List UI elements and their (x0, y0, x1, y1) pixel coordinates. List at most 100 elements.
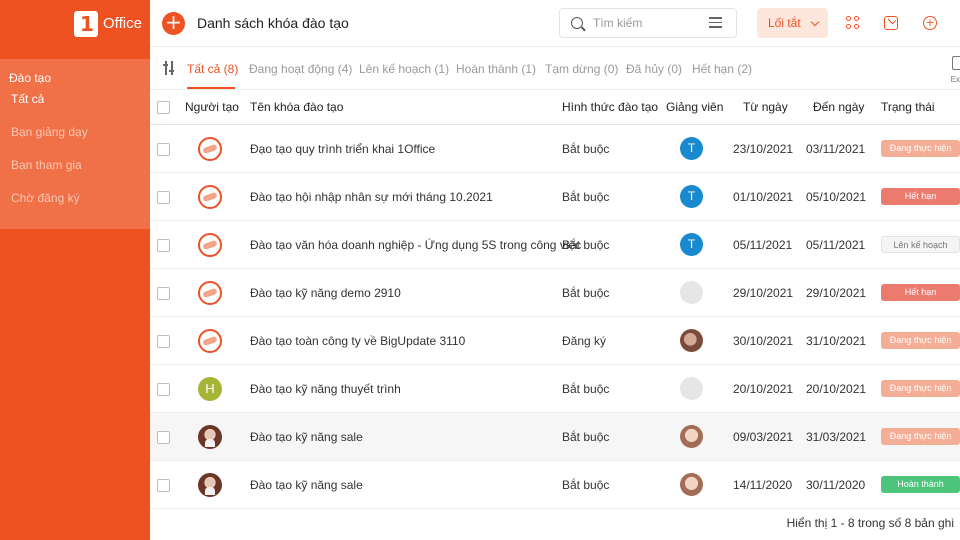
tab-planned[interactable]: Lên kế hoạch (1) (359, 62, 449, 76)
row-checkbox[interactable] (157, 335, 170, 348)
apps-icon[interactable] (846, 16, 860, 30)
filter-icon[interactable] (709, 17, 722, 30)
table-row[interactable]: Đào tạo toàn công ty về BigUpdate 3110 Đ… (150, 317, 960, 365)
column-header[interactable]: Từ ngày (743, 100, 788, 114)
training-form: Bắt buộc (562, 238, 610, 252)
inbox-icon[interactable] (884, 16, 898, 30)
avatar (198, 281, 222, 305)
column-header[interactable]: Giảng viên (666, 100, 723, 114)
export-label[interactable]: Ex (951, 75, 960, 84)
column-header[interactable]: Hình thức đào tạo (562, 100, 658, 114)
training-form: Đăng ký (562, 334, 607, 348)
column-header[interactable]: Trạng thái (881, 100, 935, 114)
teacher-avatar (680, 473, 703, 496)
avatar (198, 233, 222, 257)
logo-text: Office (103, 15, 142, 32)
avatar (198, 473, 222, 497)
training-form: Bắt buộc (562, 142, 610, 156)
shortcut-button[interactable]: Lối tắt (757, 8, 828, 38)
course-name[interactable]: Đào tạo văn hóa doanh nghiệp - Ứng dụng … (250, 238, 581, 252)
to-date: 31/03/2021 (806, 430, 867, 444)
status-badge: Đang thực hiện (881, 428, 960, 445)
table-row[interactable]: Đào tạo kỹ năng demo 2910 Bắt buộc 29/10… (150, 269, 960, 317)
table-row[interactable]: H Đào tạo kỹ năng thuyết trình Bắt buộc … (150, 365, 960, 413)
course-name[interactable]: Đào tạo kỹ năng demo 2910 (250, 286, 401, 300)
add-circle-icon[interactable]: + (923, 16, 937, 30)
course-name[interactable]: Đào tạo toàn công ty về BigUpdate 3110 (250, 334, 465, 348)
status-badge: Đang thực hiện (881, 140, 960, 157)
tab-cancelled[interactable]: Đã hủy (0) (626, 62, 682, 76)
from-date: 14/11/2020 (733, 478, 793, 492)
teacher-avatar (680, 425, 703, 448)
search-input[interactable]: Tìm kiếm (593, 16, 642, 30)
table-row[interactable]: Đạo tạo quy trình triển khai 1Office Bắt… (150, 125, 960, 173)
row-checkbox[interactable] (157, 383, 170, 396)
row-checkbox[interactable] (157, 287, 170, 300)
sidebar-section-title[interactable]: Đào tạo (0, 70, 150, 86)
row-checkbox[interactable] (157, 479, 170, 492)
course-name[interactable]: Đào tạo hội nhập nhân sự mới tháng 10.20… (250, 190, 493, 204)
to-date: 20/10/2021 (806, 382, 867, 396)
sidebar-item-pending[interactable]: Chờ đăng ký (0, 182, 150, 215)
table-row[interactable]: Đào tạo kỹ năng sale Bắt buộc 09/03/2021… (150, 413, 960, 461)
avatar (198, 329, 222, 353)
table-row[interactable]: Đào tạo kỹ năng sale Bắt buộc 14/11/2020… (150, 461, 960, 509)
tab-completed[interactable]: Hoàn thành (1) (456, 62, 536, 76)
tab-bar: Tất cả (8) Đang hoạt động (4) Lên kế hoạ… (150, 48, 960, 90)
select-all-checkbox[interactable] (157, 101, 170, 114)
logo[interactable]: Office (0, 0, 150, 47)
teacher-avatar (680, 281, 703, 304)
from-date: 30/10/2021 (733, 334, 794, 348)
training-form: Bắt buộc (562, 190, 610, 204)
search-box[interactable]: Tìm kiếm (559, 8, 737, 38)
course-name[interactable]: Đào tạo kỹ năng sale (250, 430, 363, 444)
teacher-avatar: T (680, 233, 703, 256)
status-badge: Đang thực hiện (881, 380, 960, 397)
status-badge: Hết hạn (881, 188, 960, 205)
table-header: Người tạo Tên khóa đào tạo Hình thức đào… (150, 90, 960, 125)
table-row[interactable]: Đào tạo văn hóa doanh nghiệp - Ứng dụng … (150, 221, 960, 269)
row-checkbox[interactable] (157, 431, 170, 444)
column-header[interactable]: Đến ngày (813, 100, 864, 114)
from-date: 09/03/2021 (733, 430, 794, 444)
shortcut-label: Lối tắt (768, 16, 801, 30)
avatar (198, 137, 222, 161)
row-checkbox[interactable] (157, 143, 170, 156)
to-date: 05/10/2021 (806, 190, 867, 204)
pagination-summary: Hiển thị 1 - 8 trong số 8 bản ghi (786, 516, 954, 530)
from-date: 29/10/2021 (733, 286, 794, 300)
tab-active[interactable]: Đang hoạt động (4) (249, 62, 352, 76)
course-name[interactable]: Đào tạo kỹ năng sale (250, 478, 363, 492)
teacher-avatar (680, 377, 703, 400)
to-date: 05/11/2021 (806, 238, 866, 252)
row-checkbox[interactable] (157, 239, 170, 252)
export-icon[interactable] (952, 56, 960, 70)
table-row[interactable]: Đào tạo hội nhập nhân sự mới tháng 10.20… (150, 173, 960, 221)
status-badge: Hoàn thành (881, 476, 960, 493)
column-header[interactable]: Tên khóa đào tạo (250, 100, 343, 114)
teacher-avatar: T (680, 185, 703, 208)
course-name[interactable]: Đạo tạo quy trình triển khai 1Office (250, 142, 435, 156)
sidebar: Office Đào tạo Tất cả Bạn giảng dạy Bạn … (0, 0, 150, 540)
course-name[interactable]: Đào tạo kỹ năng thuyết trình (250, 382, 401, 396)
to-date: 29/10/2021 (806, 286, 867, 300)
training-form: Bắt buộc (562, 286, 610, 300)
tab-expired[interactable]: Hết hạn (2) (692, 62, 752, 76)
to-date: 31/10/2021 (806, 334, 867, 348)
to-date: 03/11/2021 (806, 142, 866, 156)
sidebar-item-all[interactable]: Tất cả (0, 88, 150, 110)
status-badge: Đang thực hiện (881, 332, 960, 349)
search-icon (571, 17, 583, 29)
column-header[interactable]: Người tạo (185, 100, 239, 114)
sidebar-item-teaching[interactable]: Bạn giảng dạy (0, 116, 150, 149)
row-checkbox[interactable] (157, 191, 170, 204)
add-button[interactable]: + (162, 12, 185, 35)
header: + Danh sách khóa đào tạo Tìm kiếm Lối tắ… (150, 0, 960, 47)
logo-icon (74, 10, 98, 37)
tab-all[interactable]: Tất cả (8) (187, 62, 238, 76)
tab-paused[interactable]: Tạm dừng (0) (545, 62, 618, 76)
sidebar-section: Đào tạo Tất cả Bạn giảng dạy Bạn tham gi… (0, 59, 150, 229)
sidebar-item-participating[interactable]: Bạn tham gia (0, 149, 150, 182)
settings-sliders-icon[interactable] (163, 61, 175, 75)
from-date: 05/11/2021 (733, 238, 793, 252)
